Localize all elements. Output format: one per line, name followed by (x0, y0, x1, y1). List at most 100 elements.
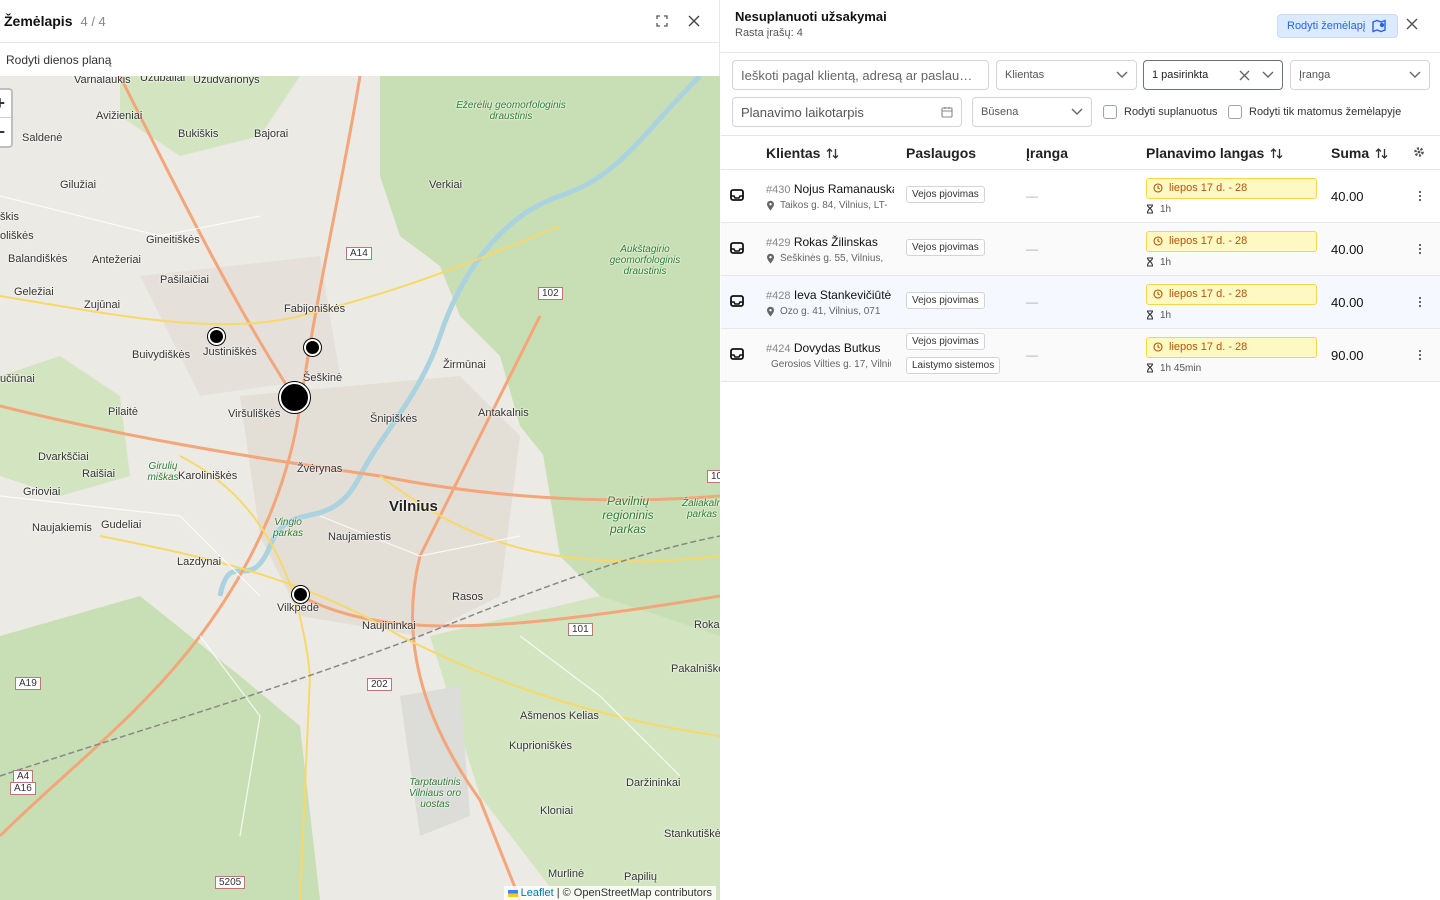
map-label: Justiniškės (203, 346, 257, 358)
row-menu-icon[interactable] (1413, 243, 1427, 255)
road-shield: 5205 (215, 876, 246, 889)
order-number: #428 (766, 289, 791, 302)
planning-window-badge: liepos 17 d. - 28 (1146, 336, 1317, 358)
zoom-in-button[interactable]: + (0, 90, 11, 118)
map-label: škis (0, 211, 19, 223)
sort-icon[interactable] (1375, 147, 1388, 160)
day-plan-toggle[interactable]: Rodyti dienos planą (0, 43, 719, 76)
leaflet-link[interactable]: Leaflet (521, 887, 554, 899)
map-label: Šeškinė (303, 372, 343, 384)
row-menu-icon[interactable] (1413, 296, 1427, 308)
checkbox-box[interactable] (1228, 105, 1242, 119)
orders-table: Klientas Paslaugos Įranga Planavimo lang… (721, 135, 1440, 382)
map-label: Saldenė (22, 132, 63, 144)
show-planned-checkbox[interactable]: Rodyti suplanuotus (1103, 105, 1218, 119)
map-label: Bajorai (254, 128, 289, 140)
client-filter-label: Klientas (1005, 69, 1045, 81)
map-label: Antežeriai (92, 254, 141, 266)
map-label: Gilužiai (60, 179, 97, 191)
col-sum[interactable]: Suma (1331, 135, 1413, 170)
map-label: Naujakiemis (32, 522, 92, 534)
order-sum: 40.00 (1331, 294, 1364, 310)
hourglass-icon (1146, 204, 1154, 214)
road-shield: A16 (10, 782, 36, 795)
client-name[interactable]: Nojus Ramanauskas (794, 182, 894, 196)
road-shield: A19 (15, 677, 41, 690)
show-visible-only-checkbox[interactable]: Rodyti tik matomus žemėlapyje (1228, 105, 1401, 119)
show-visible-label: Rodyti tik matomus žemėlapyje (1249, 106, 1402, 118)
road-shield: 102 (538, 287, 563, 300)
service-tag: Laistymo sistemos (906, 357, 1001, 374)
map-label: Karoliniškės (178, 470, 238, 482)
search-input[interactable]: Ieškoti pagal klientą, adresą ar paslaug… (732, 60, 989, 90)
client-name[interactable]: Rokas Žilinskas (794, 235, 878, 249)
equipment-value: — (1026, 189, 1038, 203)
equipment-value: — (1026, 242, 1038, 256)
close-panel-icon[interactable] (1405, 17, 1421, 33)
order-marker[interactable] (304, 339, 321, 356)
clear-icon[interactable] (1239, 70, 1250, 81)
order-number: #429 (766, 236, 791, 249)
order-marker-selected[interactable] (279, 382, 310, 413)
selected-filter-select[interactable]: 1 pasirinkta (1143, 60, 1283, 90)
table-row[interactable]: #430 Nojus Ramanauskas Taikos g. 84, Vil… (721, 169, 1440, 223)
inbox-icon (730, 241, 744, 254)
row-menu-icon[interactable] (1413, 190, 1427, 202)
map-label: Papilių (624, 871, 658, 883)
zoom-out-button[interactable]: − (0, 118, 11, 146)
map-label: Šnipiškės (370, 413, 418, 425)
client-name[interactable]: Ieva Stankevičiūtė (794, 288, 891, 302)
map-label: Raišiai (82, 468, 116, 480)
map-label: Užubaliai (140, 76, 186, 84)
table-row[interactable]: #428 Ieva Stankevičiūtė Ozo g. 41, Vilni… (721, 275, 1440, 329)
order-marker[interactable] (208, 328, 225, 345)
client-name[interactable]: Dovydas Butkus (794, 341, 881, 355)
order-sum: 40.00 (1331, 188, 1364, 204)
map-canvas[interactable]: + − Varnalaukis Užubaliai Užudvarionys A… (0, 76, 720, 900)
planning-period-input[interactable]: Planavimo laikotarpis (732, 97, 962, 127)
map-label: Kloniai (540, 805, 574, 817)
clock-icon (1153, 183, 1163, 193)
row-menu-icon[interactable] (1413, 349, 1427, 361)
map-attribution: Leaflet | © OpenStreetMap contributors (503, 886, 716, 900)
map-label: Rasos (452, 591, 484, 603)
col-window[interactable]: Planavimo langas (1146, 135, 1331, 170)
flag-icon (507, 889, 518, 897)
map-label: učiūnai (0, 373, 35, 385)
planning-window-badge: liepos 17 d. - 28 (1146, 283, 1317, 305)
client-filter-select[interactable]: Klientas (996, 60, 1137, 90)
map-label: Murlinė (548, 868, 585, 880)
selected-filter-label: 1 pasirinkta (1152, 69, 1209, 81)
close-map-icon[interactable] (687, 14, 701, 28)
sort-icon[interactable] (1270, 147, 1283, 160)
map-count: 4 / 4 (80, 13, 106, 29)
sort-icon[interactable] (826, 147, 839, 160)
table-row[interactable]: #424 Dovydas Butkus Gerosios Vilties g. … (721, 328, 1440, 382)
map-label: Naujininkai (362, 620, 416, 632)
show-map-label: Rodyti žemėlapį (1287, 20, 1366, 32)
duration: 1h 45min (1160, 362, 1202, 374)
duration: 1h (1160, 256, 1172, 268)
gear-icon[interactable] (1413, 146, 1425, 158)
calendar-icon (941, 107, 953, 118)
checkbox-box[interactable] (1103, 105, 1117, 119)
col-client[interactable]: Klientas (766, 135, 906, 170)
map-label: Varnalaukis (74, 76, 131, 86)
map-label: Lazdynai (177, 556, 222, 568)
map-icon (1372, 19, 1386, 33)
map-label: Ašmenos Kelias (520, 710, 599, 722)
panel-header: Nesuplanuoti užsakymai Rasta įrašų: 4 Ro… (721, 0, 1440, 53)
order-marker[interactable] (292, 586, 309, 603)
fullscreen-icon[interactable] (655, 14, 669, 28)
map-label: Naujamiestis (328, 531, 391, 543)
column-settings[interactable] (1413, 135, 1440, 170)
show-map-button[interactable]: Rodyti žemėlapį (1277, 14, 1398, 38)
map-label: Tarptautinis Vilniaus oro uostas (408, 777, 462, 810)
show-planned-label: Rodyti suplanuotus (1124, 106, 1218, 118)
road-shield: 202 (367, 678, 392, 691)
equipment-filter-select[interactable]: Įranga (1290, 60, 1430, 90)
service-tag: Vejos pjovimas (906, 239, 985, 256)
status-filter-select[interactable]: Būsena (972, 97, 1092, 127)
table-row[interactable]: #429 Rokas Žilinskas Šeškinės g. 55, Vil… (721, 222, 1440, 276)
map-label: Žvėrynas (297, 463, 343, 475)
